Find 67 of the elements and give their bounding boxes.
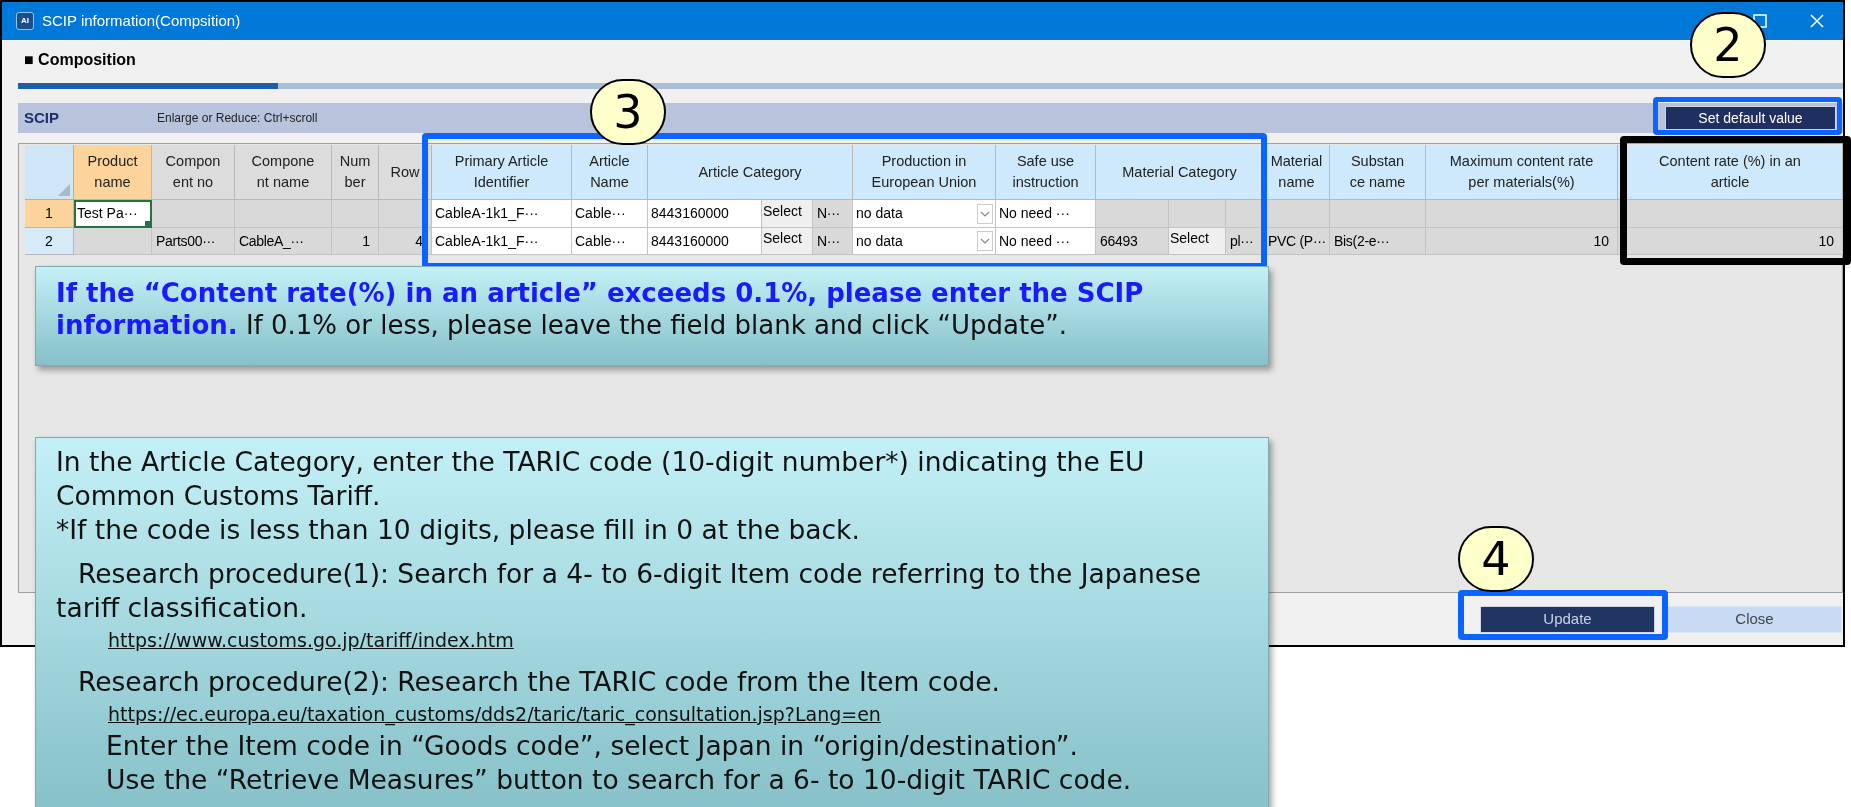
table-cell: 10 xyxy=(1618,228,1843,255)
column-header: Material Category xyxy=(1096,145,1264,200)
callout-text: In the Article Category, enter the TARIC code (10-digit number*) indicating the EU Common Customs Tariff. xyxy=(56,445,1146,513)
table-cell[interactable]: No need ··· xyxy=(996,200,1096,228)
column-header: Production in European Union xyxy=(853,145,996,200)
hint-text: Enlarge or Reduce: Ctrl+scroll xyxy=(157,110,318,127)
update-button[interactable]: Update xyxy=(1480,605,1655,633)
callout-text: Use the “Retrieve Measures” button to search for a 6- to 10-digit TARIC code. xyxy=(105,763,1133,797)
row-header[interactable]: 2 xyxy=(25,228,74,255)
dropdown[interactable]: no data xyxy=(853,200,996,228)
table-cell xyxy=(1264,200,1330,228)
callout-text: If the “Content rate(%) in an article” exceeds 0.1%, please enter the SCIP information. If 0.1% or less, please leave the field blank and click “Update”. xyxy=(56,277,1145,341)
table-cell: 10 xyxy=(1426,228,1618,255)
chevron-down-icon xyxy=(977,231,993,251)
column-header: Content rate (%) in an article xyxy=(1618,145,1843,200)
close-icon[interactable] xyxy=(1809,13,1825,29)
row-header[interactable]: 1 xyxy=(25,200,74,228)
chevron-down-icon xyxy=(977,203,993,224)
table-cell: Parts00··· xyxy=(152,228,235,255)
table-cell[interactable]: CableA-1k1_F··· xyxy=(432,228,572,255)
column-header: Product name xyxy=(74,145,152,200)
select-button[interactable]: Select xyxy=(1169,228,1226,255)
select-button[interactable]: Select xyxy=(762,228,813,255)
table-cell xyxy=(1226,200,1264,228)
table-cell: 66493 xyxy=(1096,228,1169,255)
table-cell: CableA_··· xyxy=(235,228,332,255)
table-cell: N··· xyxy=(813,200,853,228)
table-cell xyxy=(332,200,379,228)
dropdown[interactable]: no data xyxy=(853,228,996,255)
column-header: Compone nt name xyxy=(235,145,332,200)
set-default-button[interactable]: Set default value xyxy=(1665,106,1836,130)
table-cell[interactable]: 8443160000 xyxy=(648,200,762,228)
callout-text: *If the code is less than 10 digits, please fill in 0 at the back. xyxy=(56,513,861,547)
column-header: Num ber xyxy=(332,145,379,200)
column-header: Primary Article Identifier xyxy=(432,145,572,200)
column-header: Material name xyxy=(1264,145,1330,200)
fill-handle-icon xyxy=(145,221,151,227)
callout-text: Research procedure(1): Search for a 4- to 6-digit Item code referring to the Japanese tariff classification. xyxy=(56,557,1203,625)
column-header: Compon ent no xyxy=(152,145,235,200)
link[interactable]: https://ec.europa.eu/taxation_customs/dds2/taric/taric_consultation.jsp?Lang=en xyxy=(108,703,881,725)
callout-text: Enter the Item code in “Goods code”, select Japan in “origin/destination”. xyxy=(105,729,1079,763)
table-cell xyxy=(1169,200,1226,228)
table-cell[interactable]: No need ··· xyxy=(996,228,1096,255)
table-cell[interactable]: Cable··· xyxy=(572,200,648,228)
callout-text: Research procedure(2): Research the TARIC code from the Item code. xyxy=(77,665,1002,699)
column-header: Safe use instruction xyxy=(996,145,1096,200)
section-title: ■ Composition xyxy=(24,50,136,70)
table-cell: 1 xyxy=(332,228,379,255)
column-header: Article Category xyxy=(648,145,853,200)
table-cell[interactable]: Cable··· xyxy=(572,228,648,255)
section-label: SCIP xyxy=(24,107,59,128)
table-cell: pl··· xyxy=(1226,228,1264,255)
select-button[interactable]: Select xyxy=(762,200,813,228)
table-cell[interactable]: 8443160000 xyxy=(648,228,762,255)
link[interactable]: https://www.customs.go.jp/tariff/index.htm xyxy=(108,629,514,651)
table-cell[interactable]: Test Pa··· xyxy=(74,200,152,228)
table-cell: PVC (P··· xyxy=(1264,228,1330,255)
column-header: Article Name xyxy=(572,145,648,200)
table-cell[interactable]: CableA-1k1_F··· xyxy=(432,200,572,228)
triangle-icon xyxy=(58,184,70,196)
column-header: Maximum content rate per materials(%) xyxy=(1426,145,1618,200)
close-button[interactable]: Close xyxy=(1667,605,1842,633)
app-icon: AI xyxy=(16,12,34,30)
table-cell: N··· xyxy=(813,228,853,255)
window-title: SCIP information(Compsition) xyxy=(42,10,241,31)
table-cell: Bis(2-e··· xyxy=(1330,228,1426,255)
column-header: Substan ce name xyxy=(1330,145,1426,200)
